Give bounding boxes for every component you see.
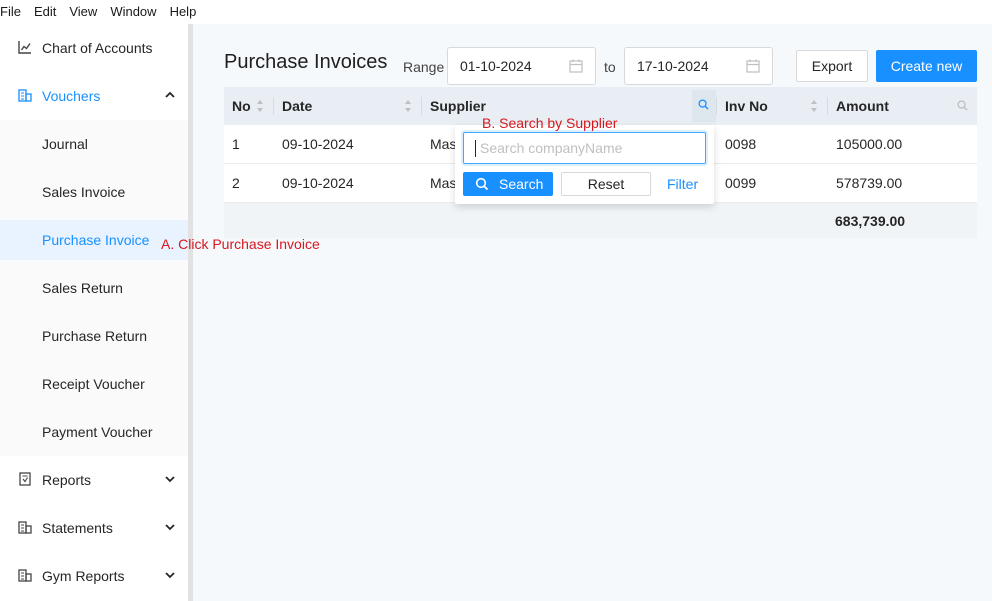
column-divider — [827, 97, 828, 115]
cell-date: 09-10-2024 — [282, 136, 354, 152]
sidebar-item-label: Vouchers — [42, 88, 101, 104]
calendar-icon — [569, 59, 583, 73]
sidebar-item-label: Payment Voucher — [42, 424, 153, 440]
menu-window[interactable]: Window — [110, 0, 156, 24]
sort-icon[interactable] — [404, 99, 412, 113]
chevron-down-icon — [165, 476, 175, 483]
line-chart-icon — [18, 41, 31, 54]
sidebar-item-sales-return[interactable]: Sales Return — [0, 268, 188, 308]
sidebar-item-label: Statements — [42, 520, 113, 536]
sidebar-item-label: Purchase Invoice — [42, 232, 150, 248]
column-divider — [273, 97, 274, 115]
column-header-amount[interactable]: Amount — [836, 87, 889, 125]
annotation-b: B. Search by Supplier — [482, 115, 618, 131]
sidebar-item-sales-invoice[interactable]: Sales Invoice — [0, 172, 188, 212]
menu-edit[interactable]: Edit — [34, 0, 56, 24]
building-icon — [18, 521, 32, 534]
column-header-inv-no[interactable]: Inv No — [725, 87, 768, 125]
sidebar-item-purchase-invoice[interactable]: Purchase Invoice — [0, 220, 188, 260]
report-icon — [19, 472, 31, 486]
sidebar-item-label: Sales Invoice — [42, 184, 126, 200]
reset-button[interactable]: Reset — [561, 172, 651, 196]
cell-no: 1 — [232, 136, 240, 152]
sidebar-item-receipt-voucher[interactable]: Receipt Voucher — [0, 364, 188, 404]
cell-supplier: Mas — [430, 136, 457, 152]
sidebar-item-purchase-return[interactable]: Purchase Return — [0, 316, 188, 356]
date-from-input[interactable]: 01-10-2024 — [447, 47, 596, 85]
date-to-input[interactable]: 17-10-2024 — [624, 47, 773, 85]
cell-supplier: Mas — [430, 175, 457, 191]
sidebar-item-label: Sales Return — [42, 280, 123, 296]
column-header-supplier[interactable]: Supplier — [430, 87, 486, 125]
column-header-no[interactable]: No — [232, 87, 251, 125]
create-new-button[interactable]: Create new — [876, 50, 977, 82]
sidebar-item-label: Gym Reports — [42, 568, 125, 584]
menu-help[interactable]: Help — [170, 0, 197, 24]
search-button-label: Search — [499, 176, 544, 192]
chevron-down-icon — [165, 524, 175, 531]
sidebar-item-payment-voucher[interactable]: Payment Voucher — [0, 412, 188, 452]
text-caret — [475, 140, 476, 157]
page-title: Purchase Invoices — [224, 51, 388, 73]
building-icon — [18, 89, 32, 102]
search-button[interactable]: Search — [463, 172, 553, 196]
sidebar-item-vouchers[interactable]: Vouchers — [0, 76, 188, 116]
sidebar-item-reports[interactable]: Reports — [0, 460, 188, 500]
search-icon — [698, 99, 709, 110]
sidebar-item-label: Chart of Accounts — [42, 40, 153, 56]
search-icon[interactable] — [957, 100, 968, 111]
sidebar-item-label: Reports — [42, 472, 92, 488]
menu-view[interactable]: View — [69, 0, 97, 24]
menu-file[interactable]: File — [0, 0, 21, 24]
export-button[interactable]: Export — [796, 50, 868, 82]
cell-no: 2 — [232, 175, 240, 191]
sidebar-item-statements[interactable]: Statements — [0, 508, 188, 548]
sidebar-item-chart-of-accounts[interactable]: Chart of Accounts — [0, 28, 188, 68]
cell-amount: 105000.00 — [836, 136, 903, 152]
column-header-date[interactable]: Date — [282, 87, 312, 125]
calendar-icon — [746, 59, 760, 73]
sidebar-item-label: Receipt Voucher — [42, 376, 145, 392]
cell-inv-no: 0098 — [725, 136, 757, 152]
cell-date: 09-10-2024 — [282, 175, 354, 191]
sidebar-item-label: Journal — [42, 136, 88, 152]
date-from-value: 01-10-2024 — [460, 58, 532, 74]
chevron-down-icon — [165, 572, 175, 579]
filter-link[interactable]: Filter — [667, 176, 698, 192]
supplier-filter-trigger[interactable] — [692, 90, 716, 122]
supplier-search-input[interactable] — [463, 132, 706, 164]
column-divider — [716, 97, 717, 115]
range-label: Range — [403, 59, 445, 75]
amount-total: 683,739.00 — [835, 213, 906, 229]
sidebar-item-gym-reports[interactable]: Gym Reports — [0, 556, 188, 596]
date-to-value: 17-10-2024 — [637, 58, 709, 74]
search-icon — [475, 177, 489, 191]
cell-amount: 578739.00 — [836, 175, 903, 191]
building-icon — [18, 569, 32, 582]
menubar: File Edit View Window Help — [0, 0, 992, 24]
to-label: to — [604, 59, 616, 75]
chevron-up-icon — [165, 91, 175, 98]
sort-icon[interactable] — [810, 99, 818, 113]
sidebar-item-journal[interactable]: Journal — [0, 124, 188, 164]
sort-icon[interactable] — [256, 99, 264, 113]
cell-inv-no: 0099 — [725, 175, 757, 191]
sidebar-item-label: Purchase Return — [42, 328, 148, 344]
annotation-a: A. Click Purchase Invoice — [161, 236, 320, 252]
column-divider — [421, 97, 422, 115]
